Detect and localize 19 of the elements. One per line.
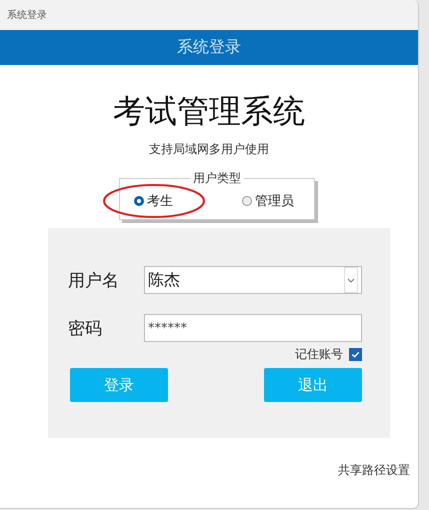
radio-label: 考生 bbox=[147, 193, 173, 210]
username-label: 用户名 bbox=[68, 270, 120, 292]
subtitle: 支持局域网多用户使用 bbox=[148, 141, 270, 158]
remember-checkbox[interactable] bbox=[349, 348, 362, 361]
group-legend: 用户类型 bbox=[190, 170, 244, 187]
app-title: 考试管理系统 bbox=[112, 91, 306, 131]
radio-icon[interactable] bbox=[134, 196, 144, 206]
dropdown-icon[interactable] bbox=[344, 267, 358, 293]
window-title: 系统登录 bbox=[7, 8, 47, 22]
radio-icon[interactable] bbox=[242, 196, 252, 206]
password-label: 密码 bbox=[68, 318, 103, 340]
header-title: 系统登录 bbox=[177, 37, 241, 58]
radio-label: 管理员 bbox=[255, 193, 294, 210]
username-combo[interactable]: 陈杰 bbox=[144, 266, 362, 294]
remember-label: 记住账号 bbox=[295, 346, 343, 363]
password-field[interactable]: ****** bbox=[144, 314, 362, 342]
radio-option[interactable]: 管理员 bbox=[242, 192, 294, 210]
shared-path-settings-link[interactable]: 共享路径设置 bbox=[338, 462, 410, 479]
radio-option[interactable]: 考生 bbox=[134, 192, 173, 210]
